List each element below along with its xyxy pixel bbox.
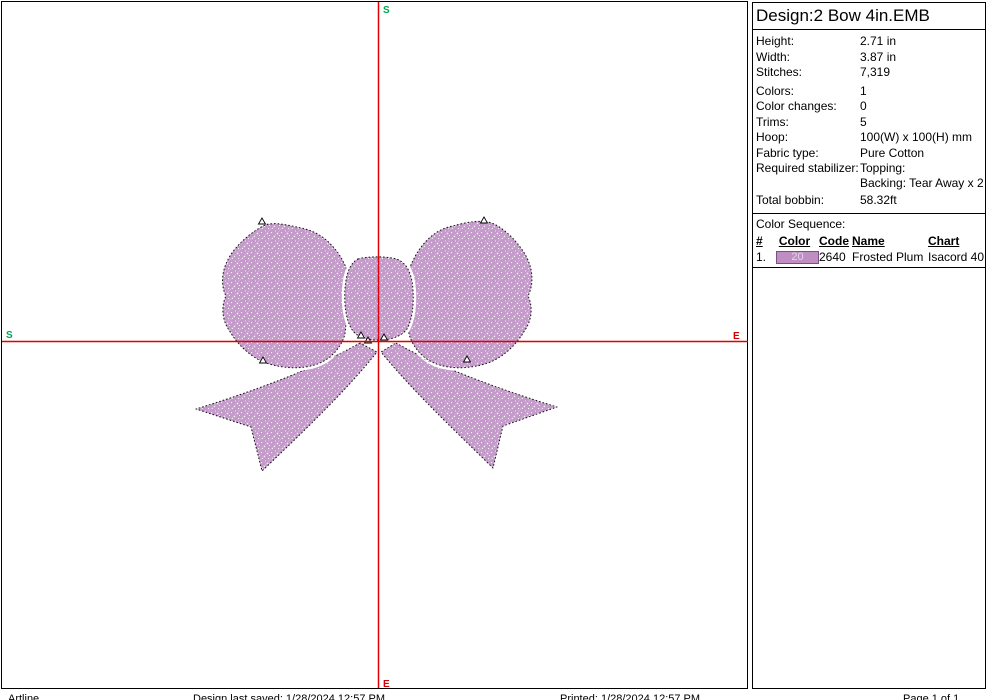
- property-value: 100(W) x 100(H) mm: [860, 130, 983, 146]
- property-value: 7,319: [860, 65, 983, 81]
- end-label-bottom: E: [383, 679, 390, 688]
- property-value: Topping:: [860, 161, 983, 177]
- property-value-backing: Backing: Tear Away x 2: [860, 177, 983, 190]
- property-label: Width:: [756, 50, 860, 66]
- property-row-height: Height: 2.71 in: [756, 34, 983, 50]
- footer-left-text: Artline: [8, 693, 39, 700]
- property-row-stitches: Stitches: 7,319: [756, 65, 983, 81]
- trim-marker-icon: [259, 218, 266, 224]
- column-header-name: Name: [852, 233, 928, 249]
- footer-printed-text: Printed: 1/28/2024 12:57 PM: [560, 693, 700, 700]
- left-loop: [223, 224, 349, 368]
- column-header-code: Code: [819, 233, 852, 249]
- column-header-chart: Chart: [928, 233, 985, 249]
- property-row-bobbin: Total bobbin: 58.32ft: [756, 193, 983, 209]
- property-value: 5: [860, 115, 983, 131]
- end-label-right: E: [733, 331, 740, 342]
- property-row-color-changes: Color changes: 0: [756, 99, 983, 115]
- property-row-fabric: Fabric type: Pure Cotton: [756, 146, 983, 162]
- thread-name: Frosted Plum: [852, 249, 928, 265]
- panel-empty-area: [753, 268, 985, 688]
- design-canvas: S E S E: [1, 1, 748, 689]
- design-title: Design:2 Bow 4in.EMB: [753, 3, 985, 30]
- column-header-num: #: [756, 233, 770, 249]
- property-label: Stitches:: [756, 65, 860, 81]
- print-preview-page: { "panel": { "title": "Design:2 Bow 4in.…: [0, 0, 988, 700]
- color-sequence-row: 1. 20 2640 Frosted Plum Isacord 40: [753, 249, 985, 265]
- start-label-top: S: [383, 5, 390, 16]
- property-label: Color changes:: [756, 99, 860, 115]
- property-value: 1: [860, 84, 983, 100]
- property-row-stabilizer: Required stabilizer: Topping:: [756, 161, 983, 177]
- property-value: 0: [860, 99, 983, 115]
- property-row-hoop: Hoop: 100(W) x 100(H) mm: [756, 130, 983, 146]
- property-label: Fabric type:: [756, 146, 860, 162]
- property-row-width: Width: 3.87 in: [756, 50, 983, 66]
- property-label: Hoop:: [756, 130, 860, 146]
- footer-page-number: Page 1 of 1: [903, 693, 959, 700]
- property-row-trims: Trims: 5: [756, 115, 983, 131]
- property-value: 3.87 in: [860, 50, 983, 66]
- bow-tails: [196, 343, 557, 471]
- footer-saved-text: Design last saved: 1/28/2024 12:57 PM: [193, 693, 385, 700]
- bow-design-svg: S E S E: [2, 2, 748, 688]
- design-info-panel: Design:2 Bow 4in.EMB Height: 2.71 in Wid…: [752, 2, 986, 689]
- property-value: Pure Cotton: [860, 146, 983, 162]
- property-label: Colors:: [756, 84, 860, 100]
- property-label: Trims:: [756, 115, 860, 131]
- property-label: Height:: [756, 34, 860, 50]
- design-properties: Height: 2.71 in Width: 3.87 in Stitches:…: [753, 30, 985, 214]
- property-label: Total bobbin:: [756, 193, 860, 209]
- color-sequence-header-row: # Color Code Name Chart: [753, 233, 985, 249]
- start-label-left: S: [6, 330, 13, 341]
- color-swatch-cell: 20: [770, 250, 819, 265]
- property-label: Required stabilizer:: [756, 161, 860, 177]
- property-row-colors: Colors: 1: [756, 84, 983, 100]
- column-header-color: Color: [770, 233, 819, 249]
- color-row-number: 1.: [756, 249, 770, 265]
- thread-code: 2640: [819, 249, 852, 265]
- property-value: 58.32ft: [860, 193, 983, 209]
- thread-color-swatch: 20: [776, 251, 819, 264]
- thread-chart: Isacord 40: [928, 249, 985, 265]
- color-sequence-heading: Color Sequence:: [753, 214, 985, 232]
- right-loop: [407, 221, 532, 367]
- page-footer: Artline Design last saved: 1/28/2024 12:…: [0, 692, 988, 700]
- property-value: 2.71 in: [860, 34, 983, 50]
